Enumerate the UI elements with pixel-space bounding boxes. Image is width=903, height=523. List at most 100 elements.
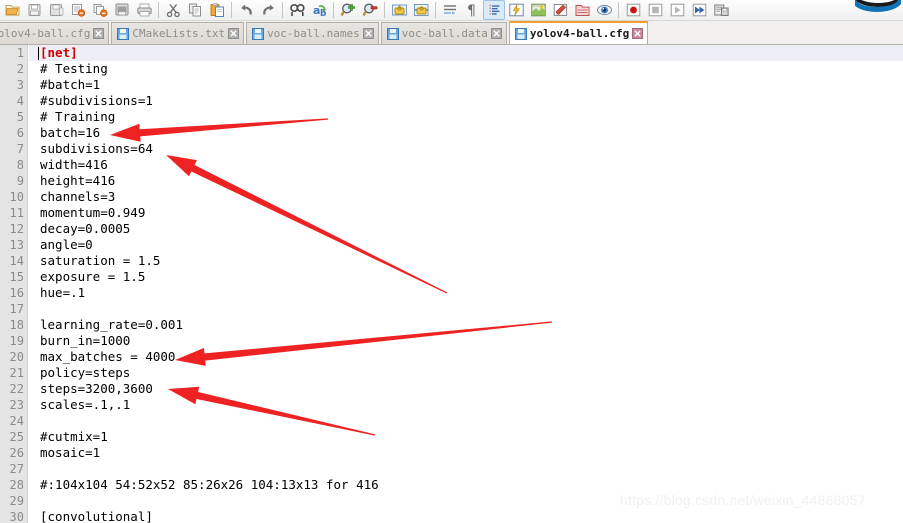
close-icon[interactable] xyxy=(362,28,374,39)
code-editor[interactable]: 1 2 3 4 5 6 7 8 9 10 11 12 13 14 15 16 17 18 19 20 21 22 23 24 2… xyxy=(0,45,903,523)
line-number: 17 xyxy=(9,302,24,316)
close-document-icon[interactable] xyxy=(89,0,111,20)
code-line[interactable] xyxy=(29,413,903,429)
close-icon[interactable] xyxy=(93,28,105,39)
application-logo xyxy=(855,0,901,16)
code-line[interactable]: # Training xyxy=(29,109,903,125)
zoom-in-icon[interactable] xyxy=(337,0,359,20)
code-line[interactable]: exposure = 1.5 xyxy=(29,269,903,285)
code-line[interactable]: batch=16 xyxy=(29,125,903,141)
save-icon[interactable] xyxy=(45,0,67,20)
code-line[interactable]: hue=.1 xyxy=(29,285,903,301)
code-line[interactable]: angle=0 xyxy=(29,237,903,253)
stop-macro-icon[interactable] xyxy=(644,0,666,20)
tab-yolov4-ball-cfg-1[interactable]: yolov4-ball.cfg xyxy=(0,22,110,44)
code-line[interactable] xyxy=(29,461,903,477)
record-macro-icon[interactable] xyxy=(622,0,644,20)
close-all-documents-icon[interactable] xyxy=(111,0,133,20)
line-number: 12 xyxy=(9,222,24,236)
code-line[interactable]: #cutmix=1 xyxy=(29,429,903,445)
close-icon[interactable] xyxy=(490,28,502,39)
open-file-icon[interactable] xyxy=(23,0,45,20)
show-document-map-icon[interactable] xyxy=(527,0,549,20)
code-line[interactable]: #subdivisions=1 xyxy=(29,93,903,109)
close-icon[interactable] xyxy=(632,28,644,39)
toolbar-separator xyxy=(282,2,283,18)
code-line[interactable]: steps=3200,3600 xyxy=(29,381,903,397)
code-text-area[interactable]: [net] # Testing #batch=1 #subdivisions=1 # T… xyxy=(29,45,903,523)
line-number: 3 xyxy=(16,78,24,92)
find-icon[interactable] xyxy=(286,0,308,20)
code-line[interactable]: decay=0.0005 xyxy=(29,221,903,237)
toolbar-separator xyxy=(384,2,385,18)
sync-horizontal-scroll-icon[interactable] xyxy=(410,0,432,20)
line-number: 1 xyxy=(16,46,24,60)
tab-yolov4-ball-cfg-active[interactable]: yolov4-ball.cfg xyxy=(508,21,649,44)
code-line[interactable]: subdivisions=64 xyxy=(29,141,903,157)
new-file-icon[interactable] xyxy=(1,0,23,20)
code-line[interactable]: max_batches = 4000 xyxy=(29,349,903,365)
cut-icon[interactable] xyxy=(162,0,184,20)
close-icon[interactable] xyxy=(228,28,240,39)
line-number: 22 xyxy=(9,382,24,396)
run-macro-multiple-icon[interactable] xyxy=(688,0,710,20)
line-number: 30 xyxy=(9,510,24,523)
line-number: 14 xyxy=(9,254,24,268)
toolbar: a b ¶ xyxy=(0,0,903,21)
replace-icon[interactable]: a b xyxy=(308,0,330,20)
tab-cmakelists-txt[interactable]: CMakeLists.txt xyxy=(111,22,245,44)
save-disk-icon xyxy=(386,27,399,40)
code-line[interactable]: #batch=1 xyxy=(29,77,903,93)
undo-icon[interactable] xyxy=(235,0,257,20)
code-line[interactable] xyxy=(29,301,903,317)
toolbar-separator xyxy=(158,2,159,18)
save-disk-icon xyxy=(252,27,265,40)
redo-icon[interactable] xyxy=(257,0,279,20)
line-number: 16 xyxy=(9,286,24,300)
tab-voc-ball-data[interactable]: voc-ball.data xyxy=(380,22,507,44)
line-number: 2 xyxy=(16,62,24,76)
code-line[interactable]: height=416 xyxy=(29,173,903,189)
sync-vertical-scroll-icon[interactable] xyxy=(388,0,410,20)
paste-icon[interactable] xyxy=(206,0,228,20)
print-icon[interactable] xyxy=(133,0,155,20)
code-line[interactable]: policy=steps xyxy=(29,365,903,381)
code-line[interactable]: width=416 xyxy=(29,157,903,173)
line-number: 25 xyxy=(9,430,24,444)
code-line[interactable]: [net] xyxy=(29,45,903,61)
line-number: 24 xyxy=(9,414,24,428)
line-number: 28 xyxy=(9,478,24,492)
code-line[interactable]: # Testing xyxy=(29,61,903,77)
monitoring-icon[interactable] xyxy=(593,0,615,20)
word-wrap-icon[interactable] xyxy=(439,0,461,20)
code-line[interactable]: channels=3 xyxy=(29,189,903,205)
code-line[interactable]: #:104x104 54:52x52 85:26x26 104:13x13 fo… xyxy=(29,477,903,493)
copy-icon[interactable] xyxy=(184,0,206,20)
toolbar-separator xyxy=(333,2,334,18)
code-line[interactable]: momentum=0.949 xyxy=(29,205,903,221)
code-line[interactable]: burn_in=1000 xyxy=(29,333,903,349)
line-number: 5 xyxy=(16,110,24,124)
code-line[interactable]: scales=.1,.1 xyxy=(29,397,903,413)
code-line[interactable]: learning_rate=0.001 xyxy=(29,317,903,333)
line-number: 23 xyxy=(9,398,24,412)
folder-as-workspace-icon[interactable] xyxy=(571,0,593,20)
save-disk-icon xyxy=(514,27,527,40)
code-line[interactable]: mosaic=1 xyxy=(29,445,903,461)
zoom-out-icon[interactable] xyxy=(359,0,381,20)
save-macro-icon[interactable] xyxy=(710,0,732,20)
tab-voc-ball-names[interactable]: voc-ball.names xyxy=(246,22,379,44)
line-number: 8 xyxy=(16,158,24,172)
toolbar-separator xyxy=(231,2,232,18)
show-all-characters-icon[interactable]: ¶ xyxy=(461,0,483,20)
play-macro-icon[interactable] xyxy=(666,0,688,20)
function-list-icon[interactable] xyxy=(549,0,571,20)
code-line[interactable]: [convolutional] xyxy=(29,509,903,523)
save-all-icon[interactable] xyxy=(67,0,89,20)
show-indent-guide-icon[interactable] xyxy=(483,0,505,20)
user-defined-dialogue-icon[interactable] xyxy=(505,0,527,20)
watermark-url: https://blog.csdn.net/weixin_44868057 xyxy=(620,492,866,508)
svg-text:¶: ¶ xyxy=(467,3,476,18)
code-line[interactable]: saturation = 1.5 xyxy=(29,253,903,269)
line-number: 26 xyxy=(9,446,24,460)
